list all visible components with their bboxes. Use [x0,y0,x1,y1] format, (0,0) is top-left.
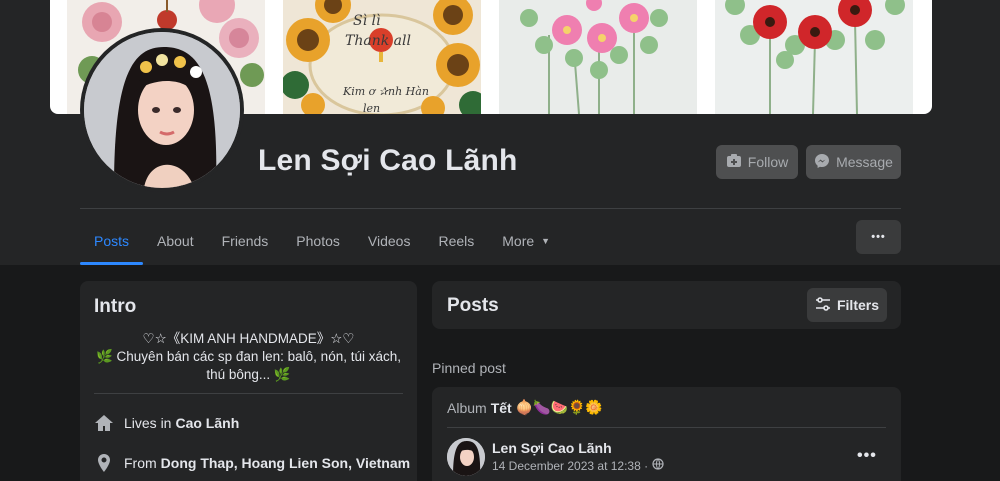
post-options-button[interactable]: ••• [857,447,877,465]
album-name[interactable]: Tết [491,400,512,416]
follow-icon [726,153,742,172]
bio-line: ♡☆《KIM ANH HANDMADE》☆♡ [142,331,355,346]
tab-photos[interactable]: Photos [282,216,354,265]
tab-label: About [157,232,194,249]
tab-label: More [502,232,535,249]
svg-text:Sì lì: Sì lì [353,13,380,29]
home-icon [94,413,114,433]
intro-card: Intro ♡☆《KIM ANH HANDMADE》☆♡ 🌿 Chuyên bá… [80,281,417,481]
from-prefix: From [124,455,157,471]
lives-in-value[interactable]: Cao Lãnh [175,415,239,431]
tab-label: Friends [221,232,269,249]
post-timestamp[interactable]: 14 December 2023 at 12:38 · [492,459,648,473]
location-pin-icon [94,453,114,473]
tab-about[interactable]: About [143,216,208,265]
messenger-icon [814,153,830,172]
profile-more-button[interactable]: ••• [856,220,901,254]
post-divider [447,427,886,428]
avatar [84,32,240,188]
more-options-icon: ••• [871,231,886,243]
album-emojis: 🧅🍆🍉🌻🌼 [515,399,603,415]
album-prefix: Album [447,399,487,416]
cover-tile-pink-flowers [499,0,697,114]
pinned-post-label: Pinned post [432,360,506,376]
tab-label: Videos [367,232,411,249]
filters-icon [815,296,831,315]
tab-label: Photos [296,232,340,249]
album-line: Album Tết 🧅🍆🍉🌻🌼 [447,399,603,416]
tab-posts[interactable]: Posts [80,216,144,265]
header-divider [80,208,901,209]
svg-text:len: len [363,102,380,114]
svg-text:Thank all: Thank all [345,33,411,49]
follow-label: Follow [747,154,789,170]
tab-label: Reels [438,232,475,249]
tab-reels[interactable]: Reels [424,216,488,265]
tab-more[interactable]: More ▼ [488,216,564,265]
follow-button[interactable]: Follow [716,145,798,179]
bio-line: thú bông... 🌿 [206,367,291,382]
caret-down-icon: ▼ [541,235,551,246]
bio-line: 🌿 Chuyên bán các sp đan len: balô, nón, … [95,349,401,364]
profile-name: Len Sợi Cao Lãnh [258,144,518,177]
intro-divider [94,393,403,394]
globe-icon [652,458,664,473]
posts-title: Posts [447,295,499,316]
post-author-name[interactable]: Len Sợi Cao Lãnh [492,440,612,456]
profile-tabs: Posts About Friends Photos Videos Reels … [80,216,564,265]
from-value[interactable]: Dong Thap, Hoang Lien Son, Vietnam [161,455,410,471]
pinned-post-card: Album Tết 🧅🍆🍉🌻🌼 Len Sợi Cao Lãnh 14 Dece… [432,387,901,481]
intro-title: Intro [94,296,137,317]
message-label: Message [836,154,893,170]
intro-lives-in: Lives in Cao Lãnh [94,413,239,433]
svg-text:Kim ơ ✰nh Hàn: Kim ơ ✰nh Hàn [342,85,429,98]
tab-friends[interactable]: Friends [208,216,283,265]
lives-in-prefix: Lives in [124,415,172,431]
cover-tile-sunflowers: Sì lì Thank all Kim ơ ✰nh Hàn len [283,0,481,114]
filters-button[interactable]: Filters [807,288,887,322]
intro-bio: ♡☆《KIM ANH HANDMADE》☆♡ 🌿 Chuyên bán các … [94,330,403,384]
tab-videos[interactable]: Videos [354,216,425,265]
message-button[interactable]: Message [806,145,901,179]
post-author-avatar[interactable] [447,438,485,476]
posts-header-card: Posts Filters [432,281,901,329]
cover-tile-red-flowers [715,0,913,114]
tab-label: Posts [94,232,130,249]
intro-from: From Dong Thap, Hoang Lien Son, Vietnam [94,453,410,473]
filters-label: Filters [836,297,879,313]
post-meta: 14 December 2023 at 12:38 · [492,458,664,473]
profile-picture[interactable] [80,28,244,192]
